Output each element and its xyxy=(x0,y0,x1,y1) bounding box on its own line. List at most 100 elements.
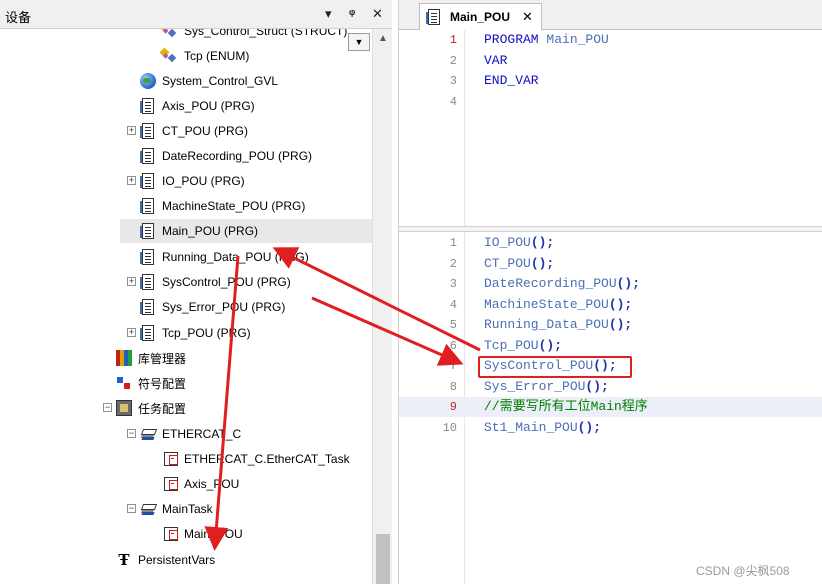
pin-icon[interactable]: ᵠ xyxy=(349,6,355,21)
line-number: 9 xyxy=(449,400,457,414)
line-number: 2 xyxy=(449,256,457,271)
tree-item[interactable]: DateRecording_POU (PRG) xyxy=(140,144,312,168)
expand-icon[interactable]: + xyxy=(127,277,136,286)
tree-item[interactable]: Tcp (ENUM) xyxy=(160,44,249,68)
tree-item[interactable]: Running_Data_POU (PRG) xyxy=(140,245,309,269)
tree-item-label: 符号配置 xyxy=(138,376,187,391)
code-line[interactable]: 3 DateRecording_POU(); xyxy=(399,274,822,294)
code-line[interactable]: 4 xyxy=(399,92,822,112)
tree-item[interactable]: Main_POU xyxy=(164,522,243,546)
tree-item[interactable]: Tcp_POU (PRG) xyxy=(140,321,251,345)
code-line[interactable]: 3 END_VAR xyxy=(399,71,822,91)
task-call-icon xyxy=(164,452,178,466)
close-icon[interactable]: ✕ xyxy=(372,6,383,22)
line-number: 1 xyxy=(449,33,457,47)
tree-item-label: 任务配置 xyxy=(138,401,187,416)
tree-item[interactable]: IO_POU (PRG) xyxy=(140,169,245,193)
tree-item[interactable]: ETHERCAT_C xyxy=(140,422,241,446)
code-line[interactable]: 2 VAR xyxy=(399,51,822,71)
tree-item-label: Sys_Error_POU (PRG) xyxy=(162,300,286,314)
tree-item-label: CT_POU (PRG) xyxy=(162,124,249,138)
code-text: PROGRAM Main_POU xyxy=(484,32,609,47)
tree-item[interactable]: ETHERCAT_C.EtherCAT_Task xyxy=(164,447,350,471)
tree-item-label: PersistentVars xyxy=(138,553,216,567)
tree-item[interactable]: System_Control_GVL xyxy=(140,69,278,93)
tree-item-label: Running_Data_POU (PRG) xyxy=(162,250,309,264)
editor-tab-bar: Main_POU ✕ xyxy=(399,0,822,30)
tree-item-label: ETHERCAT_C.EtherCAT_Task xyxy=(184,452,350,466)
code-line[interactable]: 1 PROGRAM Main_POU xyxy=(399,30,822,50)
devices-panel-title: 设备 xyxy=(5,10,32,25)
tree-item[interactable]: Sys_Control_Struct (STRUCT) xyxy=(160,29,347,43)
collapse-icon[interactable]: − xyxy=(127,504,136,513)
declaration-editor[interactable]: 1 PROGRAM Main_POU 2 VAR 3 END_VAR 4 xyxy=(399,30,822,226)
vertical-scrollbar[interactable]: ▲ xyxy=(372,29,392,584)
scrollbar-thumb[interactable] xyxy=(376,534,390,584)
line-number: 7 xyxy=(449,359,457,373)
pou-icon xyxy=(140,299,154,315)
pou-icon xyxy=(140,173,154,189)
line-number: 5 xyxy=(449,318,457,332)
symbol-config-icon xyxy=(116,375,132,391)
pou-icon xyxy=(140,98,154,114)
tab-close-icon[interactable]: ✕ xyxy=(522,9,533,25)
tree-item-label: System_Control_GVL xyxy=(162,74,279,88)
devices-panel: 设备 ▾ ᵠ ✕ Sys_Control_Struct (STRUCT) Tcp … xyxy=(0,0,392,584)
scroll-up-icon[interactable]: ▲ xyxy=(378,33,388,44)
line-number: 4 xyxy=(449,297,457,312)
code-line[interactable]: 8 Sys_Error_POU(); xyxy=(399,377,822,397)
tab-main-pou[interactable]: Main_POU ✕ xyxy=(419,3,542,30)
expand-icon[interactable]: + xyxy=(127,176,136,185)
tree-item[interactable]: 符号配置 xyxy=(116,371,186,395)
expand-icon[interactable]: + xyxy=(127,126,136,135)
device-tree: Sys_Control_Struct (STRUCT) Tcp (ENUM) Sys… xyxy=(0,29,372,584)
line-number: 4 xyxy=(449,94,457,109)
tree-item[interactable]: 任务配置 xyxy=(116,396,186,420)
task-call-icon xyxy=(164,477,178,491)
line-number: 3 xyxy=(449,277,457,291)
library-icon xyxy=(116,350,132,366)
code-text: IO_POU(); xyxy=(484,235,555,250)
tree-item-label: Tcp (ENUM) xyxy=(184,49,250,63)
tree-item-label: Axis_POU (PRG) xyxy=(162,99,255,113)
code-line[interactable]: 4 MachineState_POU(); xyxy=(399,295,822,315)
code-line[interactable]: 2 CT_POU(); xyxy=(399,254,822,274)
tree-item[interactable]: Sys_Error_POU (PRG) xyxy=(140,295,285,319)
tree-item-label: MainTask xyxy=(162,502,213,516)
code-line[interactable]: 5 Running_Data_POU(); xyxy=(399,315,822,335)
tree-item[interactable]: MainTask xyxy=(140,497,213,521)
task-icon xyxy=(140,426,156,442)
tree-item-label: Axis_POU xyxy=(184,477,240,491)
task-config-icon xyxy=(116,400,132,416)
tree-item[interactable]: 库管理器 xyxy=(116,346,186,370)
tree-item[interactable]: Ŧ PersistentVars xyxy=(116,548,215,572)
pou-icon xyxy=(140,274,154,290)
tree-item[interactable]: MachineState_POU (PRG) xyxy=(140,194,305,218)
tree-item[interactable]: CT_POU (PRG) xyxy=(140,119,248,143)
implementation-editor[interactable]: 1 IO_POU(); 2 CT_POU(); 3 DateRecording_POU()… xyxy=(399,232,822,584)
dropdown-button[interactable]: ▼ xyxy=(348,33,370,51)
tree-item[interactable]: Main_POU (PRG) xyxy=(140,219,258,243)
collapse-icon[interactable]: − xyxy=(127,429,136,438)
collapse-icon[interactable]: − xyxy=(103,403,112,412)
code-line[interactable]: 10 St1_Main_POU(); xyxy=(399,418,822,438)
expand-icon[interactable]: + xyxy=(127,328,136,337)
code-line[interactable]: 9 //需要写所有工位Main程序 xyxy=(399,397,822,417)
pou-icon xyxy=(140,325,154,341)
code-line[interactable]: 1 IO_POU(); xyxy=(399,233,822,253)
code-text: END_VAR xyxy=(484,73,539,88)
pou-icon xyxy=(140,123,154,139)
line-number: 2 xyxy=(449,53,457,68)
code-line[interactable]: 6 Tcp_POU(); xyxy=(399,336,822,356)
code-text: DateRecording_POU(); xyxy=(484,276,641,291)
tree-item[interactable]: SysControl_POU (PRG) xyxy=(140,270,291,294)
tree-item[interactable]: Axis_POU xyxy=(164,472,239,496)
line-number: 6 xyxy=(449,338,457,353)
line-number: 1 xyxy=(449,236,457,250)
panel-menu-icon[interactable]: ▾ xyxy=(325,6,332,22)
tree-item[interactable]: Axis_POU (PRG) xyxy=(140,94,255,118)
tree-item-label: IO_POU (PRG) xyxy=(162,174,245,188)
code-text: //需要写所有工位Main程序 xyxy=(484,399,648,414)
code-text: CT_POU(); xyxy=(484,255,555,271)
code-text: St1_Main_POU(); xyxy=(484,419,602,435)
